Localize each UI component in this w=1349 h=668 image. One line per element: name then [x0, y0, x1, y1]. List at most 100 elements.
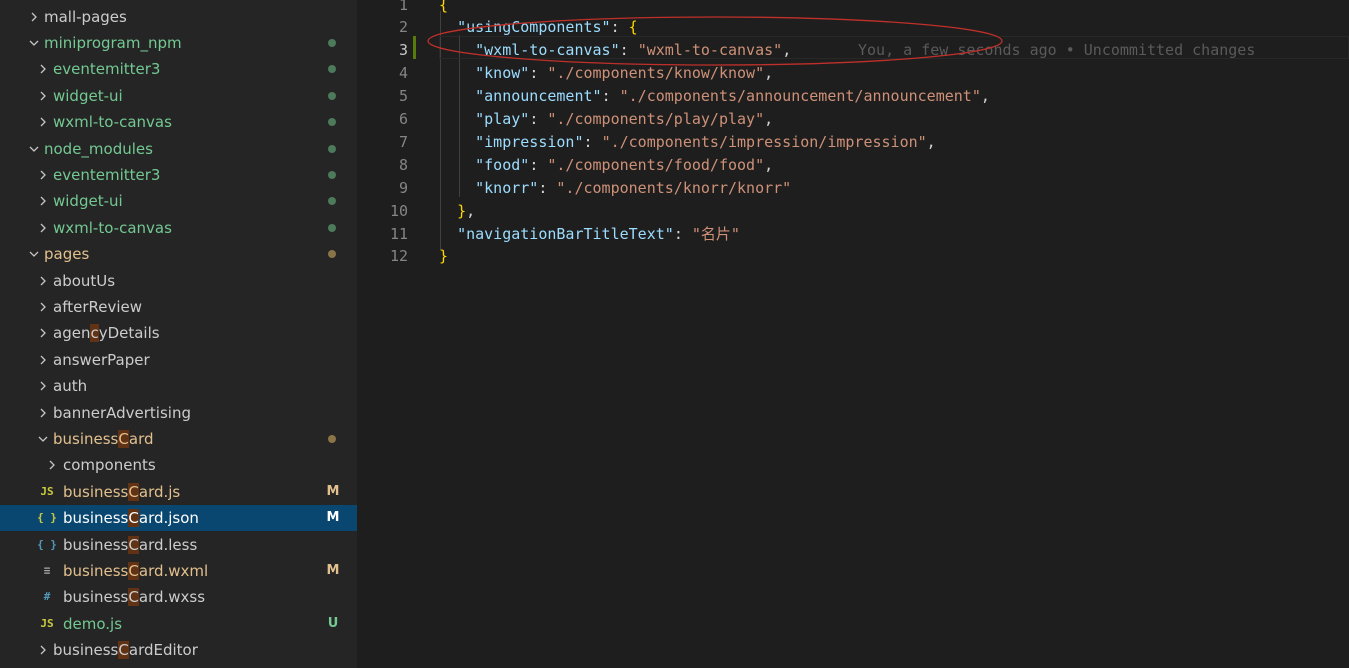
tree-item-label: businessCard.less [63, 535, 198, 554]
code-line[interactable]: 3 "wxml-to-canvas": "wxml-to-canvas", You… [357, 39, 1349, 62]
git-status-badge: M [326, 562, 340, 578]
chevron-right-icon[interactable] [36, 188, 50, 214]
tree-file[interactable]: { } businessCard.less [0, 532, 357, 558]
tree-folder[interactable]: businessCard [0, 426, 357, 452]
code-line[interactable]: 5 "announcement": "./components/announce… [357, 85, 1349, 108]
chevron-down-icon[interactable] [36, 426, 50, 452]
json-punctuation [439, 18, 457, 36]
tree-folder[interactable]: wxml-to-canvas [0, 109, 357, 135]
code-line[interactable]: 11 "navigationBarTitleText": "名片" [357, 223, 1349, 246]
json-punctuation: : [601, 87, 620, 106]
code-line[interactable]: 1{ [357, 0, 1349, 17]
code-line[interactable]: 6 "play": "./components/play/play", [357, 108, 1349, 131]
chevron-right-icon[interactable] [36, 56, 50, 82]
json-punctuation: : [529, 110, 548, 128]
chevron-right-icon[interactable] [45, 452, 59, 478]
code-text: }, [439, 200, 475, 223]
tree-item-label: wxml-to-canvas [53, 218, 172, 237]
chevron-right-icon[interactable] [36, 637, 50, 663]
code-line[interactable]: 9 "knorr": "./components/knorr/knorr" [357, 177, 1349, 200]
json-string: "wxml-to-canvas" [637, 41, 783, 60]
tree-item-label: widget-ui [53, 86, 123, 105]
line-number: 5 [398, 87, 408, 106]
tree-folder[interactable]: pages [0, 241, 357, 267]
tree-file[interactable]: JS businessCard.js M [0, 479, 357, 505]
tree-file[interactable]: ≡ businessCard.wxml M [0, 558, 357, 584]
line-number: 7 [398, 132, 408, 151]
code-line[interactable]: 7 "impression": "./components/impression… [357, 131, 1349, 154]
code-editor[interactable]: 1{2 "usingComponents": {3 "wxml-to-canva… [357, 0, 1349, 668]
search-match-highlight: C [128, 482, 139, 501]
chevron-down-icon[interactable] [27, 30, 41, 56]
code-text: "play": "./components/play/play", [439, 108, 773, 131]
tree-folder[interactable]: wxml-to-canvas [0, 215, 357, 241]
git-blame-annotation: You, a few seconds ago • Uncommitted cha… [858, 41, 1256, 60]
tree-folder[interactable]: components [0, 452, 357, 478]
tree-item-label: answerPaper [53, 350, 150, 369]
json-string: "名片" [691, 224, 740, 243]
search-match-highlight: C [118, 429, 129, 448]
tree-file[interactable]: { } businessCard.json M [0, 505, 357, 532]
tree-file[interactable]: # businessCard.wxss [0, 584, 357, 610]
json-key: "usingComponents" [457, 18, 611, 37]
tree-item-label: businessCard.js [63, 482, 181, 501]
chevron-right-icon[interactable] [36, 373, 50, 399]
code-line[interactable]: 10 }, [357, 200, 1349, 223]
tree-item-label: businessCard [53, 429, 154, 448]
tree-item-label: auth [53, 377, 88, 396]
search-match-highlight: C [118, 641, 129, 660]
tree-item-label: pages [44, 245, 90, 264]
json-string: "./components/impression/impression" [601, 132, 927, 151]
tree-folder[interactable]: node_modules [0, 136, 357, 162]
tree-folder[interactable]: eventemitter3 [0, 162, 357, 188]
javascript-file-icon: JS [40, 484, 54, 498]
tree-item-label: aboutUs [53, 271, 116, 290]
git-status-dot [328, 65, 336, 74]
tree-folder[interactable]: widget-ui [0, 188, 357, 214]
code-line[interactable]: 8 "food": "./components/food/food", [357, 154, 1349, 177]
chevron-right-icon[interactable] [36, 400, 50, 426]
chevron-right-icon[interactable] [36, 294, 50, 320]
json-punctuation [439, 87, 475, 105]
chevron-right-icon[interactable] [27, 4, 41, 30]
tree-folder[interactable]: auth [0, 373, 357, 399]
chevron-right-icon[interactable] [36, 162, 50, 188]
tree-item-label: wxml-to-canvas [53, 113, 172, 132]
javascript-file-icon: JS [40, 616, 54, 630]
tree-folder[interactable]: bannerAdvertising [0, 400, 357, 426]
tree-file[interactable]: JS demo.js U [0, 611, 357, 637]
chevron-right-icon[interactable] [36, 320, 50, 346]
json-string: "./components/play/play" [547, 110, 765, 128]
tree-folder[interactable]: businessCardEditor [0, 637, 357, 663]
json-punctuation: , [764, 64, 774, 83]
code-line[interactable]: 2 "usingComponents": { [357, 16, 1349, 39]
chevron-right-icon[interactable] [36, 109, 50, 135]
chevron-right-icon[interactable] [36, 83, 50, 109]
git-status-dot [328, 118, 336, 127]
tree-folder[interactable]: eventemitter3 [0, 56, 357, 82]
json-punctuation: } [457, 201, 467, 220]
tree-folder[interactable]: afterReview [0, 294, 357, 320]
code-text: "food": "./components/food/food", [439, 154, 773, 177]
tree-item-label: eventemitter3 [53, 165, 161, 184]
json-punctuation: { [628, 18, 638, 37]
code-line[interactable]: 12} [357, 245, 1349, 268]
less-file-icon: { } [37, 537, 57, 551]
tree-item-label: businessCardEditor [53, 641, 198, 660]
tree-folder[interactable]: miniprogram_npm [0, 30, 357, 56]
tree-item-label: miniprogram_npm [44, 33, 182, 52]
json-punctuation [439, 202, 457, 220]
tree-folder[interactable]: answerPaper [0, 347, 357, 373]
tree-folder[interactable]: agencyDetails [0, 320, 357, 346]
chevron-right-icon[interactable] [36, 268, 50, 294]
chevron-down-icon[interactable] [27, 136, 41, 162]
tree-folder[interactable]: aboutUs [0, 268, 357, 294]
search-match-highlight: C [128, 561, 139, 580]
tree-item-label: businessCard.wxml [63, 561, 209, 580]
chevron-right-icon[interactable] [36, 347, 50, 373]
code-line[interactable]: 4 "know": "./components/know/know", [357, 62, 1349, 85]
tree-folder[interactable]: widget-ui [0, 83, 357, 109]
tree-folder[interactable]: mall-pages [0, 4, 357, 30]
chevron-down-icon[interactable] [27, 241, 41, 267]
chevron-right-icon[interactable] [36, 215, 50, 241]
